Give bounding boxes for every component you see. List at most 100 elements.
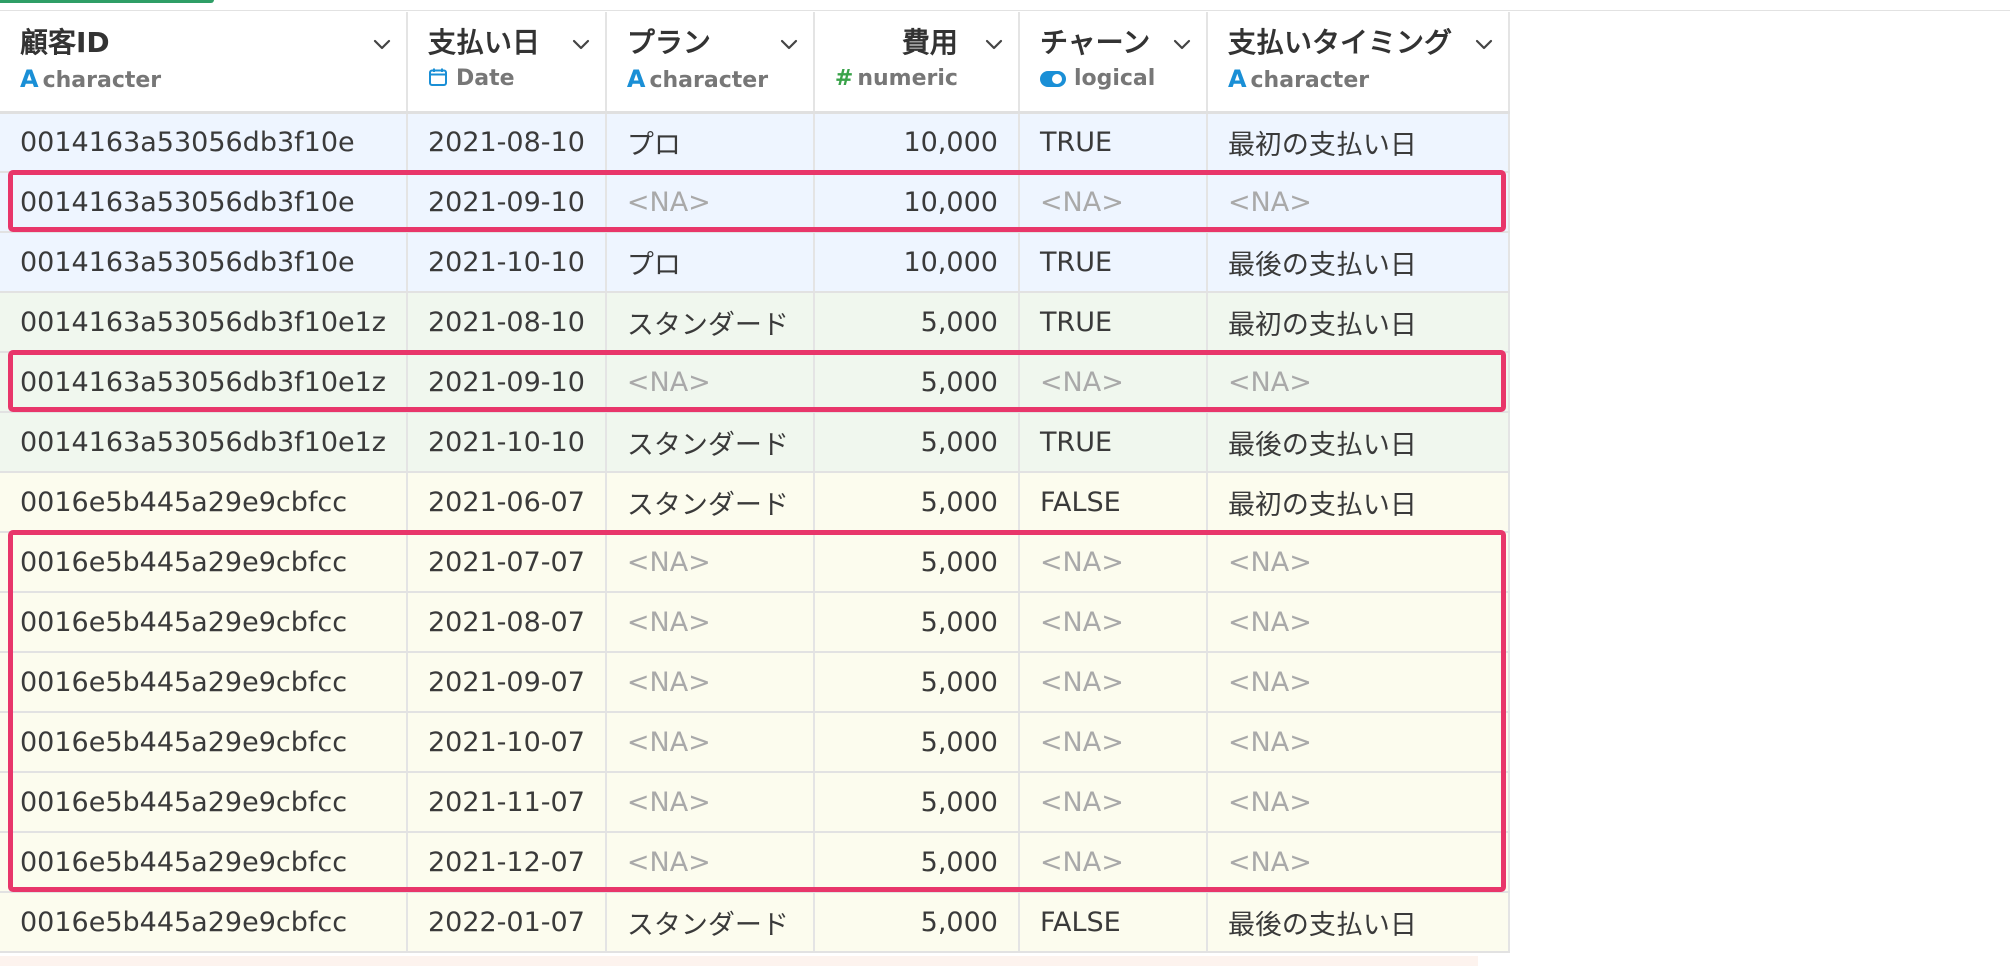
table-cell[interactable]: <NA>	[1206, 532, 1510, 593]
table-cell[interactable]: <NA>	[1018, 592, 1208, 653]
table-cell[interactable]: 2021-07-07	[406, 532, 607, 593]
table-cell[interactable]: 0014163a53056db3f10e1z	[0, 352, 408, 413]
table-cell[interactable]: 0016e5b445a29e9cbfcc	[0, 592, 408, 653]
table-cell[interactable]: 0016e5b445a29e9cbfcc	[0, 892, 408, 953]
table-cell[interactable]: TRUE	[1018, 292, 1208, 353]
table-cell[interactable]: 5,000	[813, 472, 1020, 533]
table-cell[interactable]: 最後の支払い日	[1206, 232, 1510, 293]
table-cell[interactable]: <NA>	[1206, 712, 1510, 773]
table-cell[interactable]: 2022-01-07	[406, 892, 607, 953]
table-cell[interactable]: <NA>	[1018, 172, 1208, 233]
chevron-down-icon[interactable]	[372, 34, 392, 54]
table-cell[interactable]: FALSE	[1018, 892, 1208, 953]
table-cell[interactable]: 0016e5b445a29e9cbfcc	[0, 472, 408, 533]
table-cell[interactable]: <NA>	[1018, 352, 1208, 413]
table-cell[interactable]: <NA>	[605, 352, 815, 413]
table-cell[interactable]: 0014163a53056db3f10e	[0, 172, 408, 233]
table-cell[interactable]: 0014163a53056db3f10e1z	[0, 412, 408, 473]
column-header[interactable]: 支払いタイミング Acharacter	[1206, 12, 1510, 114]
table-cell[interactable]: 最後の支払い日	[1206, 892, 1510, 953]
column-header[interactable]: 費用 # numeric	[813, 12, 1020, 114]
table-cell[interactable]: プロ	[605, 112, 815, 173]
table-cell[interactable]: <NA>	[1206, 172, 1510, 233]
table-cell[interactable]: <NA>	[1206, 832, 1510, 893]
table-cell[interactable]: スタンダード	[605, 472, 815, 533]
column-header[interactable]: チャーン logical	[1018, 12, 1208, 114]
table-cell[interactable]: 0016e5b445a29e9cbfcc	[0, 712, 408, 773]
table-cell[interactable]: TRUE	[1018, 232, 1208, 293]
table-cell[interactable]: 2021-08-07	[406, 592, 607, 653]
table-cell[interactable]: 2021-10-07	[406, 712, 607, 773]
table-cell[interactable]: <NA>	[1206, 592, 1510, 653]
table-cell[interactable]: <NA>	[605, 592, 815, 653]
table-cell[interactable]: 2021-06-07	[406, 472, 607, 533]
table-cell[interactable]: 5,000	[813, 532, 1020, 593]
table-cell[interactable]: 最後の支払い日	[1206, 412, 1510, 473]
table-cell[interactable]: スタンダード	[605, 412, 815, 473]
table-cell[interactable]: TRUE	[1018, 112, 1208, 173]
table-cell[interactable]: 2021-08-10	[406, 292, 607, 353]
table-cell[interactable]: 2021-09-10	[406, 172, 607, 233]
table-cell[interactable]: 2021-09-10	[406, 352, 607, 413]
table-cell[interactable]: 最初の支払い日	[1206, 472, 1510, 533]
table-cell[interactable]: 0016e5b445a29e9cbfcc	[0, 532, 408, 593]
table-cell[interactable]: <NA>	[1206, 352, 1510, 413]
table-cell[interactable]: 2021-10-10	[406, 412, 607, 473]
chevron-down-icon[interactable]	[1474, 34, 1494, 54]
table-cell[interactable]: 0016e5b445a29e9cbfcc	[0, 832, 408, 893]
table-cell[interactable]: 0016e5b445a29e9cbfcc	[0, 772, 408, 833]
table-cell[interactable]: 2021-08-10	[406, 112, 607, 173]
table-cell[interactable]: 2021-09-07	[406, 652, 607, 713]
table-cell[interactable]: 最初の支払い日	[1206, 292, 1510, 353]
table-cell[interactable]: 最初の支払い日	[1206, 112, 1510, 173]
table-row[interactable]: 0014163a53056db3f10e 2021-10-10 プロ 10,000 TR…	[0, 232, 1510, 293]
table-cell[interactable]: <NA>	[1018, 652, 1208, 713]
table-cell[interactable]: <NA>	[1018, 712, 1208, 773]
table-cell[interactable]: 5,000	[813, 712, 1020, 773]
table-row[interactable]: 0016e5b445a29e9cbfcc 2021-06-07 スタンダード 5,00…	[0, 472, 1510, 533]
table-cell[interactable]: プロ	[605, 232, 815, 293]
table-cell[interactable]: 5,000	[813, 652, 1020, 713]
table-cell[interactable]: 2021-11-07	[406, 772, 607, 833]
table-cell[interactable]: <NA>	[1018, 832, 1208, 893]
table-cell[interactable]: <NA>	[605, 652, 815, 713]
table-row[interactable]: 0016e5b445a29e9cbfcc 2021-12-07 <NA> 5,000 <…	[0, 832, 1510, 893]
table-cell[interactable]: 10,000	[813, 172, 1020, 233]
table-row[interactable]: 0014163a53056db3f10e1z 2021-08-10 スタンダード 5,…	[0, 292, 1510, 353]
table-row[interactable]: 0016e5b445a29e9cbfcc 2021-08-07 <NA> 5,000 <…	[0, 592, 1510, 653]
column-header[interactable]: 顧客ID Acharacter	[0, 12, 408, 114]
table-cell[interactable]: <NA>	[605, 712, 815, 773]
table-cell[interactable]: <NA>	[1206, 772, 1510, 833]
column-header[interactable]: 支払い日 Date	[406, 12, 607, 114]
table-cell[interactable]: 5,000	[813, 832, 1020, 893]
table-cell[interactable]: <NA>	[1018, 772, 1208, 833]
table-cell[interactable]: スタンダード	[605, 292, 815, 353]
table-row[interactable]: 0016e5b445a29e9cbfcc 2022-01-07 スタンダード 5,00…	[0, 892, 1510, 953]
table-cell[interactable]: 2021-12-07	[406, 832, 607, 893]
table-cell[interactable]: 2021-10-10	[406, 232, 607, 293]
chevron-down-icon[interactable]	[779, 34, 799, 54]
table-cell[interactable]: FALSE	[1018, 472, 1208, 533]
table-row[interactable]: 0016e5b445a29e9cbfcc 2021-07-07 <NA> 5,000 <…	[0, 532, 1510, 593]
table-cell[interactable]: 0014163a53056db3f10e1z	[0, 292, 408, 353]
table-cell[interactable]: 10,000	[813, 112, 1020, 173]
table-cell[interactable]: <NA>	[1206, 652, 1510, 713]
table-cell[interactable]: 0016e5b445a29e9cbfcc	[0, 652, 408, 713]
table-cell[interactable]: 5,000	[813, 772, 1020, 833]
table-cell[interactable]: <NA>	[605, 172, 815, 233]
table-cell[interactable]: <NA>	[605, 832, 815, 893]
table-cell[interactable]: <NA>	[605, 532, 815, 593]
table-cell[interactable]: 0014163a53056db3f10e	[0, 112, 408, 173]
table-row[interactable]: 0014163a53056db3f10e1z 2021-09-10 <NA> 5,00…	[0, 352, 1510, 413]
column-header[interactable]: プラン Acharacter	[605, 12, 815, 114]
table-cell[interactable]: スタンダード	[605, 892, 815, 953]
table-cell[interactable]: 5,000	[813, 592, 1020, 653]
table-cell[interactable]: 5,000	[813, 892, 1020, 953]
table-cell[interactable]: <NA>	[605, 772, 815, 833]
table-row[interactable]: 0014163a53056db3f10e 2021-08-10 プロ 10,000 TR…	[0, 112, 1510, 173]
table-cell[interactable]: 0014163a53056db3f10e	[0, 232, 408, 293]
table-row[interactable]: 0016e5b445a29e9cbfcc 2021-11-07 <NA> 5,000 <…	[0, 772, 1510, 833]
table-cell[interactable]: 5,000	[813, 292, 1020, 353]
chevron-down-icon[interactable]	[984, 34, 1004, 54]
table-cell[interactable]: <NA>	[1018, 532, 1208, 593]
